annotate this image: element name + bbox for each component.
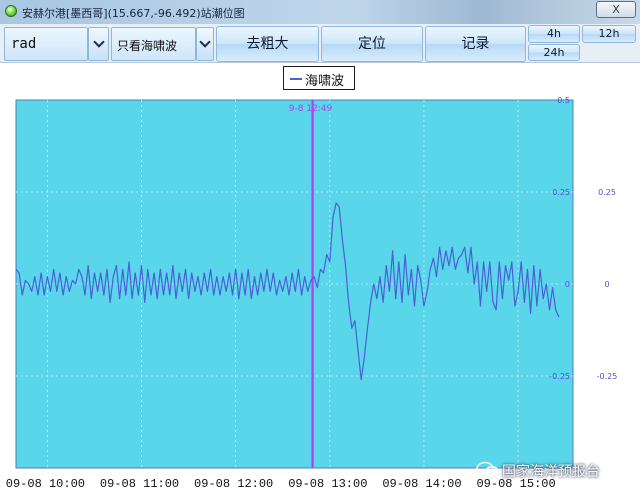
- remove-outliers-label: 去粗大: [246, 36, 289, 52]
- wechat-icon: [476, 461, 500, 478]
- x-tick-label: 09-08 10:00: [6, 477, 85, 491]
- x-tick-label: 09-08 12:00: [194, 477, 273, 491]
- y-tick-label-inner: 0: [565, 280, 570, 289]
- window-title: 安赫尔港[墨西哥](15.667,-96.492)站潮位图: [22, 7, 245, 20]
- legend-series-swatch: [290, 78, 302, 80]
- app-icon: [5, 5, 17, 17]
- filter-select[interactable]: 只看海啸波: [111, 27, 196, 61]
- record-button[interactable]: 记录: [425, 26, 526, 62]
- close-button[interactable]: X: [596, 1, 636, 18]
- unit-select-value: rad: [11, 36, 37, 52]
- event-marker-label: 9-8 12:49: [289, 104, 333, 114]
- watermark: 国家海洋预报台: [472, 458, 632, 482]
- range-24h-label: 24h: [543, 46, 565, 59]
- filter-select-value: 只看海啸波: [117, 39, 178, 53]
- remove-outliers-button[interactable]: 去粗大: [216, 26, 319, 62]
- toolbar: rad 只看海啸波 去粗大 定位 记录 4h 12h 24h: [0, 24, 640, 63]
- x-tick-label: 09-08 13:00: [288, 477, 367, 491]
- record-label: 记录: [461, 36, 490, 52]
- close-icon: X: [612, 3, 620, 16]
- range-4h-button[interactable]: 4h: [528, 25, 580, 43]
- chart-legend: 海啸波: [283, 66, 355, 90]
- x-tick-label: 09-08 11:00: [100, 477, 179, 491]
- locate-button[interactable]: 定位: [321, 26, 423, 62]
- tide-chart: 09-08 10:00 09-08 11:00 09-08 12:00 09-08 1…: [6, 96, 618, 491]
- y-tick-label-outer: 0: [604, 280, 609, 289]
- unit-select[interactable]: rad: [4, 27, 88, 61]
- chevron-down-icon: [199, 36, 211, 48]
- legend-series-label: 海啸波: [305, 74, 345, 89]
- filter-dropdown-button[interactable]: [196, 27, 214, 61]
- y-tick-label-outer: -0.25: [597, 372, 618, 381]
- title-bar: 安赫尔港[墨西哥](15.667,-96.492)站潮位图 X: [0, 0, 640, 25]
- unit-dropdown-button[interactable]: [88, 27, 109, 61]
- range-4h-label: 4h: [547, 27, 561, 40]
- y-tick-label-outer: 0.25: [598, 188, 616, 197]
- y-tick-label-inner: 0.5: [557, 96, 570, 105]
- locate-label: 定位: [358, 36, 386, 52]
- range-12h-button[interactable]: 12h: [582, 25, 636, 43]
- chevron-down-icon: [92, 36, 105, 48]
- watermark-text: 国家海洋预报台: [502, 464, 600, 480]
- range-12h-label: 12h: [598, 27, 620, 40]
- y-tick-label-inner: -0.25: [549, 372, 570, 381]
- x-tick-label: 09-08 14:00: [382, 477, 461, 491]
- tide-gauge-window: 安赫尔港[墨西哥](15.667,-96.492)站潮位图 X rad 只看海啸…: [0, 0, 640, 500]
- y-tick-label-inner: 0.25: [552, 188, 570, 197]
- range-24h-button[interactable]: 24h: [528, 44, 580, 61]
